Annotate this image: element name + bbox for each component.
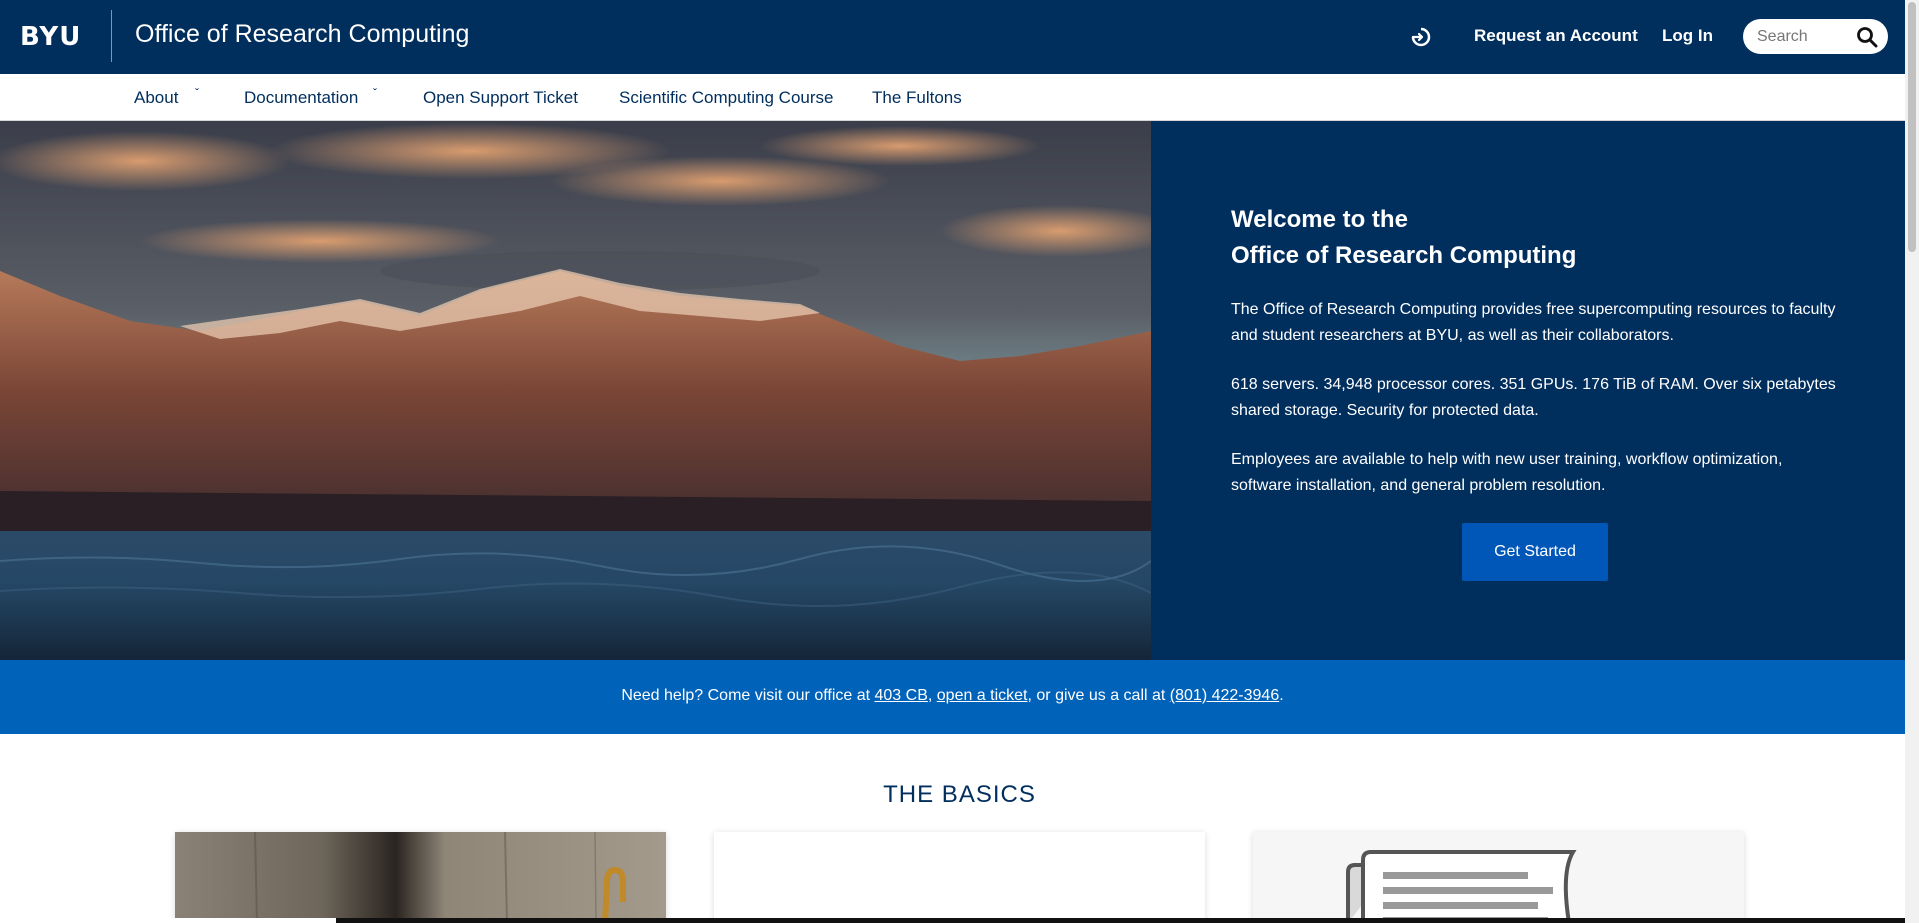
help-prefix: Need help? Come visit our office at bbox=[621, 687, 875, 704]
chevron-down-icon[interactable]: ˇ bbox=[373, 86, 377, 100]
hero-mountain-image bbox=[0, 121, 1151, 660]
chevron-down-icon[interactable]: ˇ bbox=[195, 86, 199, 100]
hero-welcome-panel: Welcome to the Office of Research Comput… bbox=[1151, 121, 1905, 660]
help-bar: Need help? Come visit our office at 403 … bbox=[0, 660, 1905, 734]
hero-stats-paragraph: 618 servers. 34,948 processor cores. 351… bbox=[1231, 376, 1836, 419]
document-icon bbox=[1346, 850, 1577, 923]
hero-title-line-2: Office of Research Computing bbox=[1231, 242, 1577, 269]
hero-support-paragraph: Employees are available to help with new… bbox=[1231, 451, 1783, 494]
basics-card-2[interactable] bbox=[714, 832, 1205, 923]
byu-logo[interactable]: BYU bbox=[20, 22, 81, 52]
card-1-image bbox=[175, 832, 666, 923]
site-header: BYU Office of Research Computing Request… bbox=[0, 0, 1905, 74]
log-in-link[interactable]: Log In bbox=[1662, 26, 1713, 46]
basics-card-3[interactable] bbox=[1253, 832, 1744, 923]
nav-item-open-support-ticket[interactable]: Open Support Ticket bbox=[423, 88, 578, 108]
search-box bbox=[1743, 19, 1888, 54]
vertical-scrollbar-thumb[interactable] bbox=[1908, 2, 1916, 252]
help-middle: , or give us a call at bbox=[1027, 687, 1170, 704]
nav-item-scientific-computing-course[interactable]: Scientific Computing Course bbox=[619, 88, 833, 108]
search-icon[interactable] bbox=[1856, 26, 1878, 48]
vertical-scrollbar[interactable] bbox=[1905, 0, 1919, 923]
basics-section-title: THE BASICS bbox=[883, 781, 1036, 808]
help-text: Need help? Come visit our office at 403 … bbox=[0, 687, 1905, 705]
open-ticket-link[interactable]: open a ticket bbox=[937, 687, 1028, 704]
request-account-link[interactable]: Request an Account bbox=[1474, 26, 1638, 46]
hero-title-line-1: Welcome to the bbox=[1231, 206, 1408, 233]
get-started-button[interactable]: Get Started bbox=[1462, 523, 1608, 581]
basics-card-1[interactable] bbox=[175, 832, 666, 923]
nav-item-documentation[interactable]: Documentation bbox=[244, 88, 358, 108]
header-divider bbox=[111, 10, 112, 62]
office-link[interactable]: 403 CB bbox=[875, 687, 928, 704]
hero-title: Welcome to the Office of Research Comput… bbox=[1231, 202, 1576, 274]
sign-in-icon[interactable] bbox=[1410, 26, 1432, 48]
nav-item-the-fultons[interactable]: The Fultons bbox=[872, 88, 962, 108]
main-navigation: About ˇ Documentation ˇ Open Support Tic… bbox=[0, 74, 1905, 121]
horizontal-scrollbar-thumb[interactable] bbox=[46, 918, 336, 923]
help-separator: , bbox=[927, 687, 937, 704]
site-title-link[interactable]: Office of Research Computing bbox=[135, 20, 469, 49]
hero-intro-paragraph: The Office of Research Computing provide… bbox=[1231, 301, 1836, 344]
nav-item-about[interactable]: About bbox=[134, 88, 178, 108]
help-suffix: . bbox=[1279, 687, 1284, 704]
search-input[interactable] bbox=[1757, 28, 1852, 46]
phone-link[interactable]: (801) 422-3946 bbox=[1170, 687, 1279, 704]
